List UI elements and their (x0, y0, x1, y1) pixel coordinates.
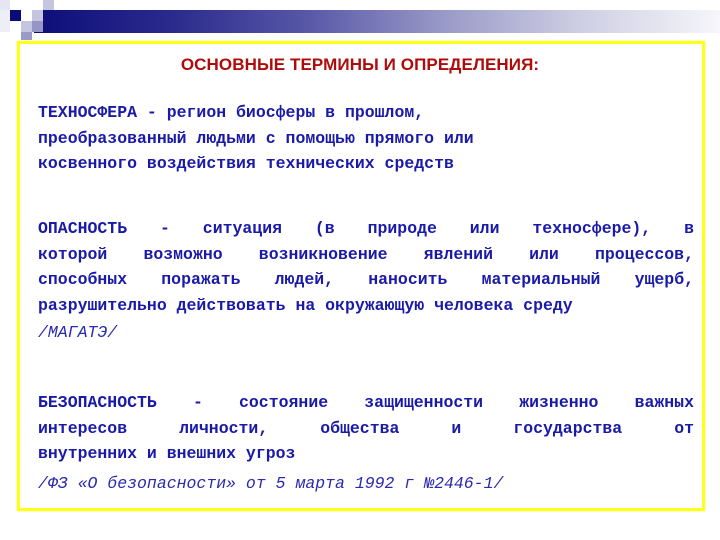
term-line: БЕЗОПАСНОСТЬ - состояние защищенности жи… (38, 393, 694, 412)
term-danger-source: /МАГАТЭ/ (38, 323, 118, 342)
term-line: косвенного воздействия технических средс… (38, 154, 454, 173)
term-line: которой возможно возникновение явлений и… (38, 244, 694, 264)
term-line: внутренних и внешних угроз (38, 444, 296, 463)
term-line: ТЕХНОСФЕРА - регион биосферы в прошлом, (38, 103, 425, 122)
term-line: способных поражать людей, наносить матер… (38, 270, 694, 289)
decorative-square (32, 10, 43, 21)
slide-title: ОСНОВНЫЕ ТЕРМИНЫ И ОПРЕДЕЛЕНИЯ: (180, 55, 540, 74)
decorative-square (32, 21, 43, 32)
term-safety: БЕЗОПАСНОСТЬ - состояние защищенности жи… (38, 390, 694, 467)
term-technosphere: ТЕХНОСФЕРА - регион биосферы в прошлом, … (38, 100, 694, 177)
term-safety-source: /ФЗ «О безопасности» от 5 марта 1992 г №… (38, 474, 504, 493)
term-danger: ОПАСНОСТЬ - ситуация (в природе или техн… (38, 216, 694, 318)
header-gradient-bar (34, 10, 720, 33)
term-line: ОПАСНОСТЬ - ситуация (в природе или техн… (38, 219, 694, 238)
term-line: разрушительно действовать на окружающую … (38, 295, 573, 315)
term-line: интересов личности, общества и государст… (38, 418, 694, 438)
decorative-square (21, 32, 32, 40)
term-line: преобразованный людьми с помощью прямого… (38, 128, 474, 148)
decorative-square (0, 0, 10, 10)
decorative-square (43, 0, 54, 10)
decorative-square (10, 10, 21, 21)
decorative-square (21, 21, 32, 32)
decorative-square (0, 10, 10, 32)
slide: ОСНОВНЫЕ ТЕРМИНЫ И ОПРЕДЕЛЕНИЯ: ТЕХНОСФЕ… (0, 0, 720, 540)
